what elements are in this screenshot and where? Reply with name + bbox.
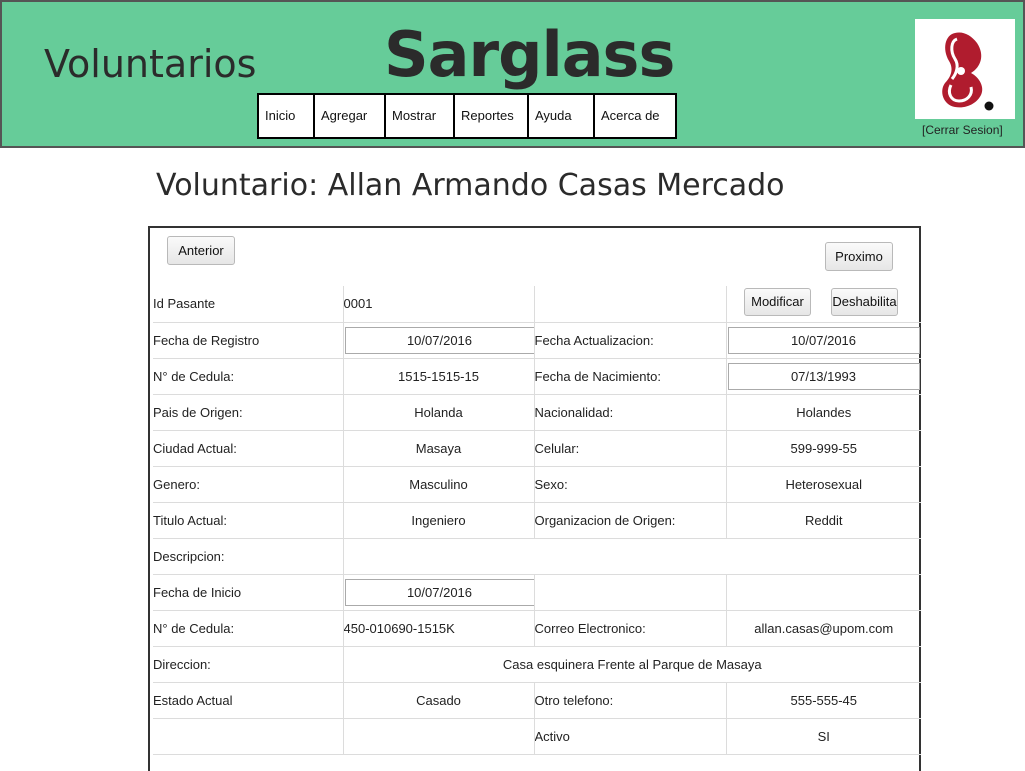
table-row: Titulo Actual: Ingeniero Organizacion de… bbox=[153, 502, 921, 539]
cedula-label: N° de Cedula: bbox=[153, 358, 344, 395]
origin-org-value: Reddit bbox=[726, 502, 921, 539]
update-date-field[interactable]: 10/07/2016 bbox=[727, 326, 920, 354]
cellphone-value: 599-999-55 bbox=[726, 430, 921, 467]
update-date-cell: 10/07/2016 bbox=[726, 322, 921, 359]
sex-label: Sexo: bbox=[534, 466, 727, 503]
table-row: N° de Cedula: 1515-1515-15 Fecha de Naci… bbox=[153, 358, 921, 395]
nationality-label: Nacionalidad: bbox=[534, 394, 727, 431]
birth-date-field[interactable]: 07/13/1993 bbox=[727, 362, 920, 390]
empty-cell bbox=[534, 286, 727, 323]
empty-cell bbox=[153, 718, 344, 755]
email-value: allan.casas@upom.com bbox=[726, 610, 921, 647]
main-nav: Inicio Agregar Mostrar Reportes Ayuda Ac… bbox=[257, 93, 677, 139]
table-row: Activo SI bbox=[153, 718, 921, 755]
start-date-cell: 10/07/2016 bbox=[343, 574, 535, 611]
marital-status-label: Estado Actual bbox=[153, 682, 344, 719]
table-row: Pais de Origen: Holanda Nacionalidad: Ho… bbox=[153, 394, 921, 431]
id-label: Id Pasante bbox=[153, 286, 344, 323]
update-date-label: Fecha Actualizacion: bbox=[534, 322, 727, 359]
nav-acerca-de[interactable]: Acerca de bbox=[595, 95, 675, 137]
country-value: Holanda bbox=[343, 394, 535, 431]
nav-reportes[interactable]: Reportes bbox=[455, 95, 529, 137]
birth-date-cell: 07/13/1993 bbox=[726, 358, 921, 395]
active-value: SI bbox=[726, 718, 921, 755]
empty-cell bbox=[726, 574, 921, 611]
page-title: Voluntario: Allan Armando Casas Mercado bbox=[156, 168, 785, 203]
sex-value: Heterosexual bbox=[726, 466, 921, 503]
logout-link[interactable]: [Cerrar Sesion] bbox=[922, 123, 1003, 137]
nav-agregar[interactable]: Agregar bbox=[315, 95, 386, 137]
cellphone-label: Celular: bbox=[534, 430, 727, 467]
cedula-2-value: 450-010690-1515K bbox=[343, 610, 535, 647]
brand-title: Sarglass bbox=[384, 18, 675, 91]
table-row: Descripcion: bbox=[153, 538, 921, 575]
empty-cell bbox=[534, 574, 727, 611]
id-value: 0001 bbox=[343, 286, 535, 323]
degree-label: Titulo Actual: bbox=[153, 502, 344, 539]
birth-date-label: Fecha de Nacimiento: bbox=[534, 358, 727, 395]
volunteer-panel: Anterior Proximo Modificar Deshabilita I… bbox=[148, 226, 921, 771]
table-row: Fecha de Inicio 10/07/2016 bbox=[153, 574, 921, 611]
description-label: Descripcion: bbox=[153, 538, 344, 575]
cedula-2-label: N° de Cedula: bbox=[153, 610, 344, 647]
app-header: Voluntarios Sarglass Inicio Agregar Most… bbox=[0, 0, 1025, 148]
table-row: Estado Actual Casado Otro telefono: 555-… bbox=[153, 682, 921, 719]
country-label: Pais de Origen: bbox=[153, 394, 344, 431]
gender-value: Masculino bbox=[343, 466, 535, 503]
city-value: Masaya bbox=[343, 430, 535, 467]
table-row: Direccion: Casa esquinera Frente al Parq… bbox=[153, 646, 921, 683]
origin-org-label: Organizacion de Origen: bbox=[534, 502, 727, 539]
next-button[interactable]: Proximo bbox=[825, 242, 893, 271]
volunteer-details-table: Id Pasante 0001 Fecha de Registro 10/07/… bbox=[153, 286, 921, 755]
start-date-field[interactable]: 10/07/2016 bbox=[344, 578, 533, 606]
nationality-value: Holandes bbox=[726, 394, 921, 431]
table-row: Id Pasante 0001 bbox=[153, 286, 921, 323]
start-date-label: Fecha de Inicio bbox=[153, 574, 344, 611]
org-logo bbox=[915, 19, 1015, 119]
other-phone-value: 555-555-45 bbox=[726, 682, 921, 719]
table-row: Ciudad Actual: Masaya Celular: 599-999-5… bbox=[153, 430, 921, 467]
address-value: Casa esquinera Frente al Parque de Masay… bbox=[343, 646, 921, 683]
other-phone-label: Otro telefono: bbox=[534, 682, 727, 719]
cedula-value: 1515-1515-15 bbox=[343, 358, 535, 395]
marital-status-value: Casado bbox=[343, 682, 535, 719]
nav-mostrar[interactable]: Mostrar bbox=[386, 95, 455, 137]
nav-inicio[interactable]: Inicio bbox=[259, 95, 315, 137]
table-row: Genero: Masculino Sexo: Heterosexual bbox=[153, 466, 921, 503]
table-row: Fecha de Registro 10/07/2016 Fecha Actua… bbox=[153, 322, 921, 359]
registration-date-cell: 10/07/2016 bbox=[343, 322, 535, 359]
previous-button[interactable]: Anterior bbox=[167, 236, 235, 265]
city-label: Ciudad Actual: bbox=[153, 430, 344, 467]
registration-date-field[interactable]: 10/07/2016 bbox=[344, 326, 533, 354]
email-label: Correo Electronico: bbox=[534, 610, 727, 647]
table-row: N° de Cedula: 450-010690-1515K Correo El… bbox=[153, 610, 921, 647]
section-title: Voluntarios bbox=[44, 42, 257, 86]
gender-label: Genero: bbox=[153, 466, 344, 503]
butterfly-logo-icon bbox=[942, 32, 994, 111]
actions-cell bbox=[726, 286, 921, 323]
active-label: Activo bbox=[534, 718, 727, 755]
registration-date-label: Fecha de Registro bbox=[153, 322, 344, 359]
nav-ayuda[interactable]: Ayuda bbox=[529, 95, 595, 137]
description-value bbox=[343, 538, 921, 575]
address-label: Direccion: bbox=[153, 646, 344, 683]
empty-cell bbox=[343, 718, 535, 755]
degree-value: Ingeniero bbox=[343, 502, 535, 539]
